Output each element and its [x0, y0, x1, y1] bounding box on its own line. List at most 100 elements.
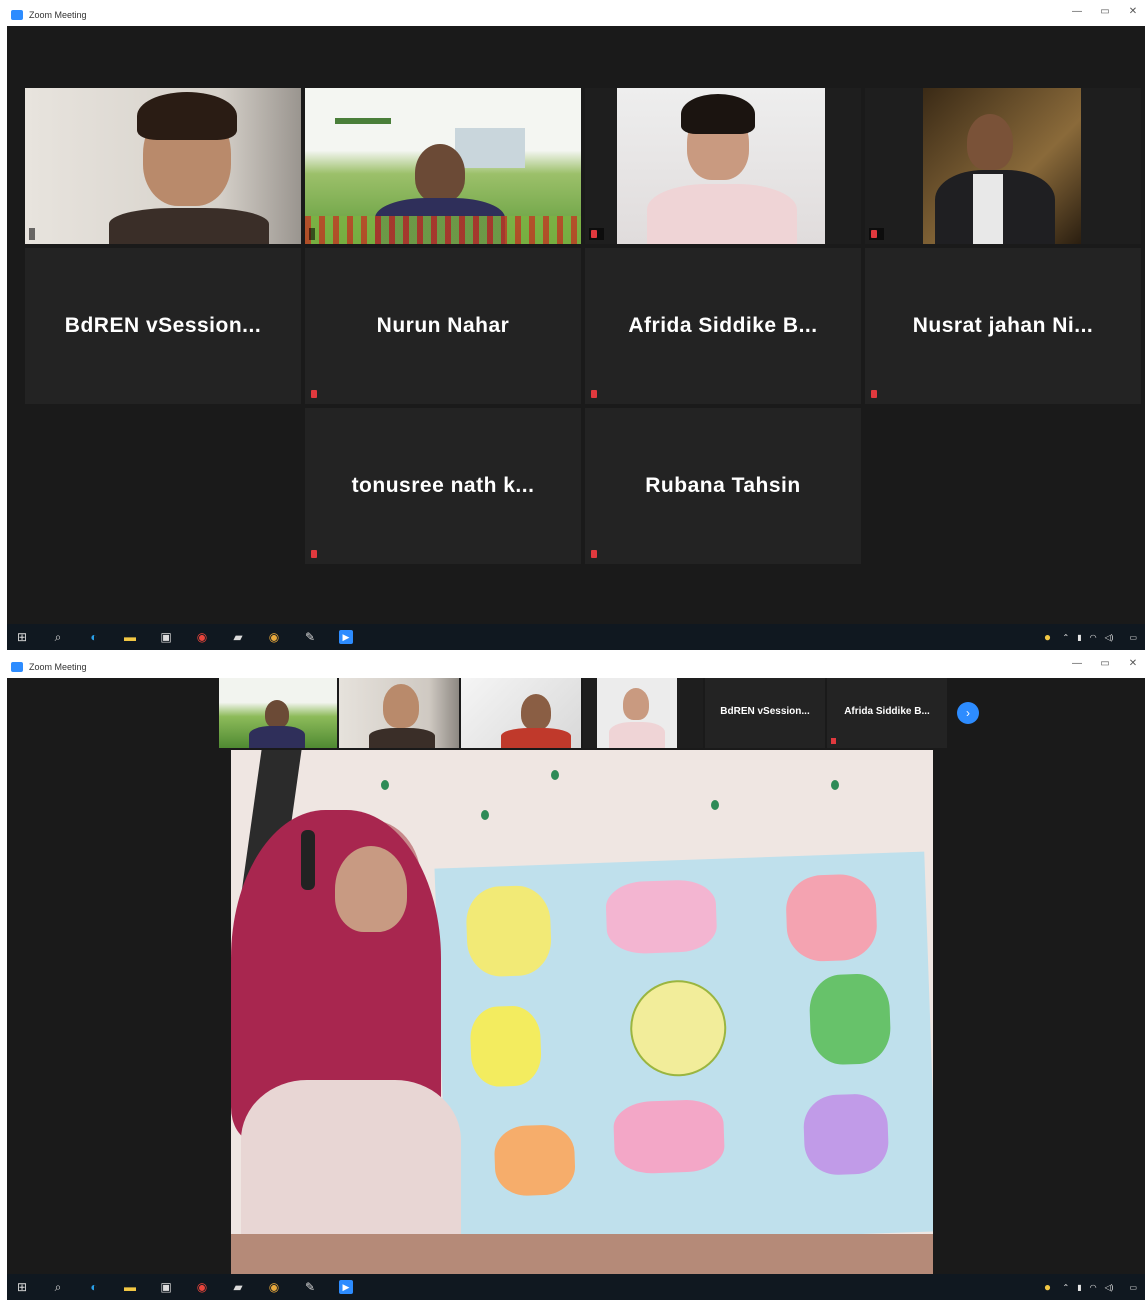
poster-pink-flower	[612, 1098, 726, 1175]
thumbnail-video-tile[interactable]	[339, 678, 459, 748]
close-button[interactable]: ✕	[1127, 6, 1139, 17]
mic-muted-icon	[591, 550, 597, 558]
video-frame	[305, 88, 581, 244]
paint-icon[interactable]: ✎	[303, 630, 317, 644]
zoom-icon[interactable]: ▶	[339, 630, 353, 644]
meeting-area: BdREN vSession... Nurun Nahar Afrida Sid…	[7, 26, 1145, 624]
participant-video-tile[interactable]	[865, 88, 1141, 244]
notification-icon[interactable]: ▭	[1129, 633, 1137, 642]
minimize-button[interactable]: —	[1071, 6, 1083, 17]
thumbnail-name-tile[interactable]: BdREN vSession...	[705, 678, 825, 748]
participant-name-tile[interactable]: Rubana Tahsin	[585, 408, 861, 564]
poster-pink-flower	[605, 878, 718, 955]
thumbnail-video-tile[interactable]	[461, 678, 581, 748]
participant-face	[623, 688, 649, 720]
background-flowers	[305, 216, 581, 244]
zoom-icon[interactable]: ▶	[339, 1280, 353, 1294]
maximize-button[interactable]: ▭	[1099, 6, 1111, 17]
battery-icon[interactable]: ▮	[1077, 633, 1081, 642]
mic-muted-icon	[831, 738, 836, 744]
weather-icon[interactable]: ●	[1041, 1280, 1055, 1294]
zoom-app-icon	[11, 662, 23, 672]
video-content	[617, 88, 825, 244]
active-speaker-video[interactable]	[231, 750, 933, 1274]
chrome-icon[interactable]: ◉	[195, 630, 209, 644]
active-speaker-video-tile[interactable]	[305, 88, 581, 244]
wifi-icon[interactable]: ◠	[1090, 633, 1097, 642]
video-frame	[25, 88, 301, 244]
wall-decoration	[551, 770, 559, 780]
video-frame	[461, 678, 581, 748]
minimize-button[interactable]: —	[1071, 658, 1083, 669]
window-titlebar: Zoom Meeting — ▭ ✕	[7, 656, 1145, 678]
participant-video-tile[interactable]	[585, 88, 861, 244]
volume-icon[interactable]: ◁)	[1105, 1283, 1114, 1292]
tray-chevron-icon[interactable]: ⌃	[1063, 1283, 1070, 1292]
participant-video-tile[interactable]	[25, 88, 301, 244]
headphones-icon	[301, 830, 315, 890]
participant-nametag	[869, 388, 884, 400]
participant-name-tile[interactable]: Nusrat jahan Ni...	[865, 248, 1141, 404]
participant-shirt	[973, 174, 1003, 244]
mic-muted-icon	[591, 230, 597, 238]
chrome-icon[interactable]: ◉	[267, 630, 281, 644]
photos-icon[interactable]: ▰	[231, 1280, 245, 1294]
volume-icon[interactable]: ◁)	[1105, 633, 1114, 642]
windows-start-icon[interactable]: ⊞	[15, 1280, 29, 1294]
thumbnail-video-tile[interactable]	[583, 678, 703, 748]
edge-icon[interactable]: ◐	[87, 1280, 101, 1294]
thumbnail-name-tile[interactable]: Afrida Siddike B...	[827, 678, 947, 748]
participant-body	[109, 208, 269, 244]
windows-start-icon[interactable]: ⊞	[15, 630, 29, 644]
participant-display-name: BdREN vSession...	[720, 706, 810, 717]
participant-display-name: tonusree nath k...	[351, 474, 535, 497]
participant-name-tile[interactable]: Nurun Nahar	[305, 248, 581, 404]
edge-icon[interactable]: ◐	[87, 630, 101, 644]
weather-icon[interactable]: ●	[1041, 630, 1055, 644]
participant-name-tile[interactable]: Afrida Siddike B...	[585, 248, 861, 404]
poster-purple-flower	[802, 1093, 890, 1176]
maximize-button[interactable]: ▭	[1099, 658, 1111, 669]
search-icon[interactable]: ⌕	[51, 630, 65, 644]
participant-face	[415, 144, 465, 202]
mic-muted-icon	[591, 390, 597, 398]
participant-nametag	[29, 388, 35, 400]
system-tray: ● ⌃ ▮ ◠ ◁) ▭	[1041, 630, 1137, 644]
battery-icon[interactable]: ▮	[1077, 1283, 1081, 1292]
participant-nametag	[589, 548, 604, 560]
chrome-icon[interactable]: ◉	[195, 1280, 209, 1294]
participant-name-tile[interactable]: BdREN vSession...	[25, 248, 301, 404]
wall-decoration	[481, 810, 489, 820]
participant-nametag	[831, 738, 838, 744]
participant-hair	[681, 94, 755, 134]
participant-name-tile[interactable]: tonusree nath k...	[305, 408, 581, 564]
close-button[interactable]: ✕	[1127, 658, 1139, 669]
store-icon[interactable]: ▣	[159, 1280, 173, 1294]
participant-body	[647, 184, 797, 244]
wifi-icon[interactable]: ◠	[1090, 1283, 1097, 1292]
file-explorer-icon[interactable]: ▬	[123, 1280, 137, 1294]
video-frame	[339, 678, 459, 748]
participant-face	[967, 114, 1013, 170]
video-content	[923, 88, 1081, 244]
store-icon[interactable]: ▣	[159, 630, 173, 644]
window-title: Zoom Meeting	[29, 10, 87, 20]
search-icon[interactable]: ⌕	[51, 1280, 65, 1294]
participant-nametag	[309, 388, 324, 400]
paint-icon[interactable]: ✎	[303, 1280, 317, 1294]
file-explorer-icon[interactable]: ▬	[123, 630, 137, 644]
tray-chevron-icon[interactable]: ⌃	[1063, 633, 1070, 642]
video-frame	[585, 88, 861, 244]
wall-decoration	[711, 800, 719, 810]
thumbnail-video-tile[interactable]	[219, 678, 337, 748]
photos-icon[interactable]: ▰	[231, 630, 245, 644]
windows-taskbar: ⊞ ⌕ ◐ ▬ ▣ ◉ ▰ ◉ ✎ ▶ ● ⌃ ▮ ◠ ◁) ▭	[7, 624, 1145, 650]
participant-nametag	[869, 228, 884, 240]
chrome-icon[interactable]: ◉	[267, 1280, 281, 1294]
participant-face	[383, 684, 419, 728]
next-page-arrow-icon[interactable]: ›	[957, 702, 979, 724]
notification-icon[interactable]: ▭	[1129, 1283, 1137, 1292]
mic-muted-icon	[871, 230, 877, 238]
wall-decoration	[381, 780, 389, 790]
mic-muted-icon	[311, 390, 317, 398]
